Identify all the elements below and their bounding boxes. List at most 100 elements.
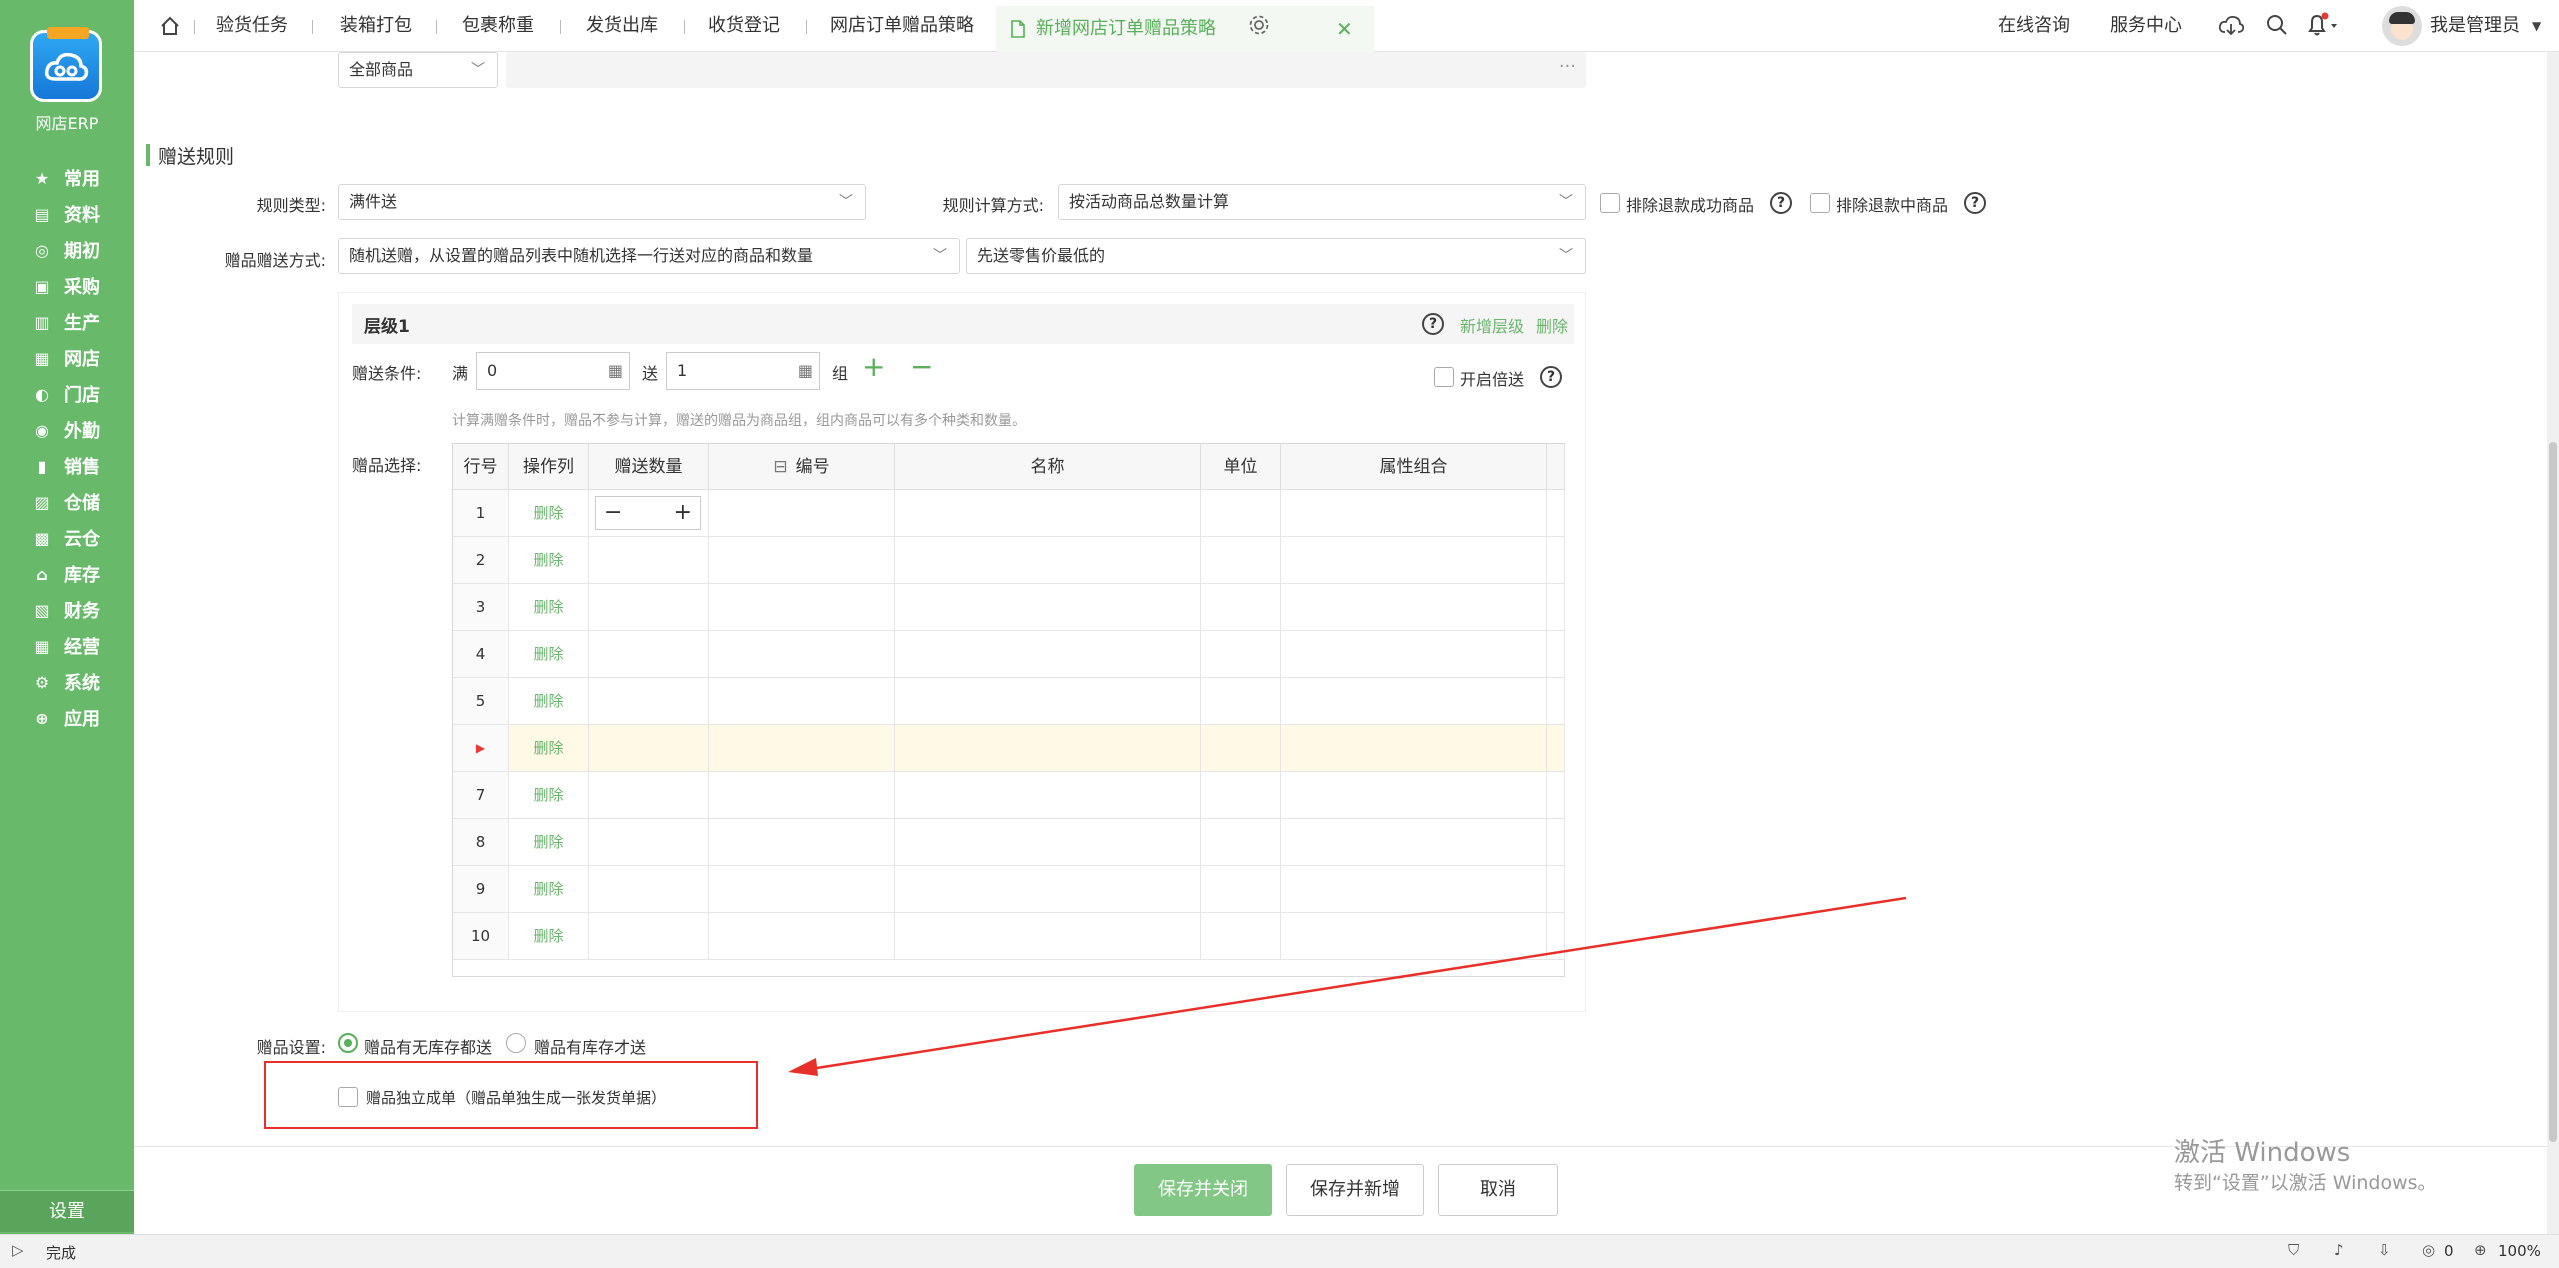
gift-method-label: 赠品赠送方式: — [224, 251, 326, 270]
sidebar-item-label: 常用 — [64, 169, 100, 190]
table-row[interactable]: 8 删除 — [453, 819, 1565, 866]
table-row[interactable]: 4 删除 — [453, 631, 1565, 678]
status-text: 完成 — [46, 1244, 77, 1262]
sidebar-item-label: 外勤 — [64, 421, 100, 442]
tab-inspection[interactable]: 验货任务 — [216, 0, 288, 52]
sidebar-item-2[interactable]: ◎ 期初 — [0, 230, 134, 270]
sidebar-item-0[interactable]: ★ 常用 — [0, 158, 134, 198]
tab-new-gift-strategy[interactable]: 新增网店订单赠品策略 ✕ — [996, 6, 1374, 52]
shield-icon[interactable]: ⛉ — [2288, 1241, 2299, 1259]
search-icon[interactable] — [2266, 14, 2288, 36]
add-group-icon[interactable]: + — [862, 350, 885, 383]
sidebar-item-14[interactable]: ⚙ 系统 — [0, 662, 134, 702]
sidebar-item-10[interactable]: ▩ 云仓 — [0, 518, 134, 558]
quantity-stepper[interactable]: − + — [595, 496, 701, 530]
avatar[interactable] — [2382, 6, 2422, 46]
row-delete-link[interactable]: 删除 — [509, 772, 589, 818]
radio-with-stock[interactable] — [506, 1033, 526, 1053]
row-delete-link[interactable]: 删除 — [509, 866, 589, 912]
exclude-refunding-checkbox[interactable] — [1810, 193, 1830, 213]
row-delete-link[interactable]: 删除 — [509, 584, 589, 630]
sidebar-item-8[interactable]: ▮ 销售 — [0, 446, 134, 486]
online-consult-link[interactable]: 在线咨询 — [1998, 0, 2070, 52]
help-icon[interactable]: ? — [1422, 313, 1444, 335]
independent-order-checkbox[interactable] — [338, 1087, 358, 1107]
delete-level-link[interactable]: 删除 — [1536, 313, 1568, 337]
finance-icon: ▧ — [34, 600, 50, 620]
gear-icon[interactable] — [1248, 14, 1270, 36]
sidebar-item-11[interactable]: ⌂ 库存 — [0, 554, 134, 594]
row-delete-link[interactable]: 删除 — [509, 819, 589, 865]
settings-button[interactable]: 设置 — [0, 1190, 134, 1232]
more-icon[interactable]: ··· — [1559, 56, 1576, 77]
tab-receiving[interactable]: 收货登记 — [708, 0, 780, 52]
chevron-down-icon[interactable]: ▼ — [2532, 0, 2541, 52]
col-code[interactable]: ⊟ 编号 — [709, 444, 895, 490]
help-icon[interactable]: ? — [1770, 192, 1792, 214]
exclude-refund-success-checkbox[interactable] — [1600, 193, 1620, 213]
sidebar-item-3[interactable]: ▣ 采购 — [0, 266, 134, 306]
gift-method-select[interactable]: 随机送赠，从设置的赠品列表中随机选择一行送对应的商品和数量 ﹀ — [338, 238, 960, 274]
radio-no-stock[interactable] — [338, 1033, 358, 1053]
help-icon[interactable]: ? — [1540, 366, 1562, 388]
group-label: 组 — [832, 364, 849, 383]
sidebar-item-5[interactable]: ▦ 网店 — [0, 338, 134, 378]
sidebar-item-15[interactable]: ⊕ 应用 — [0, 698, 134, 738]
tab-packing[interactable]: 装箱打包 — [340, 0, 412, 52]
sidebar-item-7[interactable]: ◉ 外勤 — [0, 410, 134, 450]
sidebar-item-13[interactable]: ▦ 经营 — [0, 626, 134, 666]
plus-icon[interactable]: + — [674, 497, 692, 529]
save-close-button[interactable]: 保存并关闭 — [1134, 1164, 1272, 1216]
sidebar-item-4[interactable]: ▥ 生产 — [0, 302, 134, 342]
tab-gift-strategy[interactable]: 网店订单赠品策略 — [830, 0, 974, 52]
row-delete-link[interactable]: 删除 — [509, 490, 589, 536]
home-icon[interactable] — [160, 16, 180, 36]
save-new-button[interactable]: 保存并新增 — [1286, 1164, 1424, 1216]
app-logo — [30, 27, 102, 102]
sidebar-item-6[interactable]: ◐ 门店 — [0, 374, 134, 414]
user-name[interactable]: 我是管理员 — [2430, 0, 2520, 52]
help-icon[interactable]: ? — [1964, 192, 1986, 214]
calc-method-select[interactable]: 按活动商品总数量计算 ﹀ — [1058, 184, 1586, 220]
table-row[interactable]: ▶ 删除 — [453, 725, 1565, 772]
row-delete-link[interactable]: 删除 — [509, 537, 589, 583]
download-icon[interactable]: ⇩ — [2378, 1241, 2391, 1259]
table-row[interactable]: 2 删除 — [453, 537, 1565, 584]
table-row[interactable]: 5 删除 — [453, 678, 1565, 725]
rule-type-select[interactable]: 满件送 ﹀ — [338, 184, 866, 220]
sidebar-item-9[interactable]: ▨ 仓储 — [0, 482, 134, 522]
cancel-button[interactable]: 取消 — [1438, 1164, 1558, 1216]
gift-priority-select[interactable]: 先送零售价最低的 ﹀ — [966, 238, 1586, 274]
sidebar-item-12[interactable]: ▧ 财务 — [0, 590, 134, 630]
bell-icon[interactable] — [2306, 12, 2340, 38]
tab-shipping[interactable]: 发货出库 — [586, 0, 658, 52]
zoom-level[interactable]: 100% — [2498, 1242, 2541, 1260]
give-quantity-input[interactable]: 1 ▦ — [666, 352, 820, 390]
shop-icon: ▦ — [34, 348, 50, 368]
row-delete-link[interactable]: 删除 — [509, 678, 589, 724]
full-quantity-input[interactable]: 0 ▦ — [476, 352, 630, 390]
table-row[interactable]: 1 删除 − + — [453, 490, 1565, 537]
minus-icon[interactable]: − — [604, 497, 622, 529]
row-delete-link[interactable]: 删除 — [509, 913, 589, 959]
double-send-checkbox[interactable] — [1434, 367, 1454, 387]
sidebar-item-1[interactable]: ▤ 资料 — [0, 194, 134, 234]
remove-group-icon[interactable]: − — [910, 350, 933, 383]
product-scope-select[interactable]: 全部商品 ﹀ — [338, 52, 498, 88]
tab-weighing[interactable]: 包裹称重 — [462, 0, 534, 52]
exclude-refund-success-label: 排除退款成功商品 — [1626, 196, 1755, 215]
scrollbar-track[interactable] — [2547, 52, 2559, 1234]
table-cell — [1281, 490, 1547, 536]
play-icon[interactable]: ▷ — [12, 1241, 24, 1259]
add-level-link[interactable]: 新增层级 — [1460, 313, 1524, 337]
col-unit: 单位 — [1201, 444, 1281, 490]
cloud-download-icon[interactable] — [2218, 14, 2244, 38]
row-delete-link[interactable]: 删除 — [509, 631, 589, 677]
speaker-icon[interactable]: ♪ — [2334, 1241, 2344, 1259]
zoom-icon[interactable]: ⊕ — [2474, 1241, 2487, 1259]
close-icon[interactable]: ✕ — [1336, 6, 1353, 52]
table-row[interactable]: 7 删除 — [453, 772, 1565, 819]
row-delete-link[interactable]: 删除 — [509, 725, 589, 771]
service-center-link[interactable]: 服务中心 — [2110, 0, 2182, 52]
table-row[interactable]: 3 删除 — [453, 584, 1565, 631]
